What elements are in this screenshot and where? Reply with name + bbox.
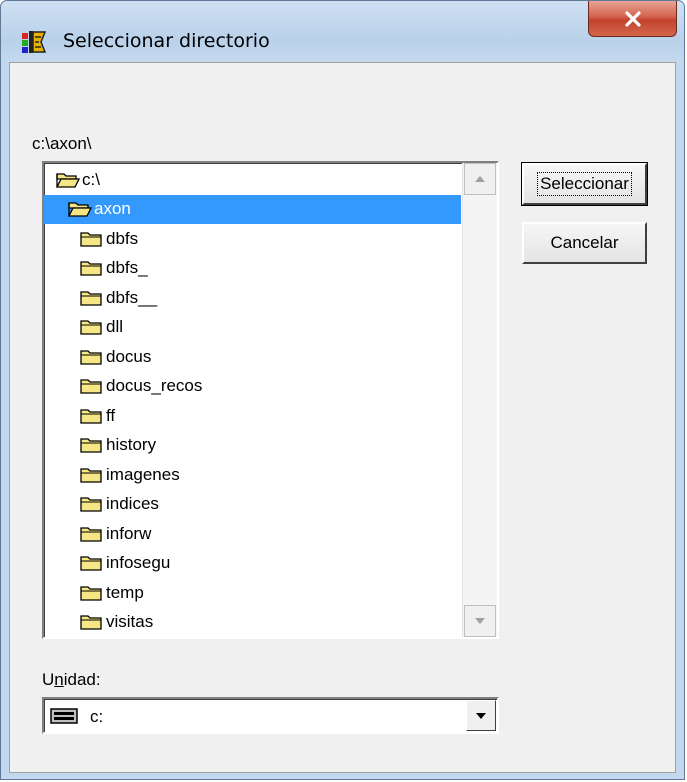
tree-item-label: ff xyxy=(106,405,116,425)
app-icon xyxy=(22,31,47,53)
tree-item-label: dbfs xyxy=(106,228,139,248)
tree-item-label: docus xyxy=(106,346,152,366)
window-title: Seleccionar directorio xyxy=(63,30,270,52)
tree-item[interactable]: dbfs xyxy=(44,224,138,253)
tree-item[interactable]: history xyxy=(44,431,156,460)
open-folder-icon xyxy=(68,202,92,217)
folder-icon xyxy=(80,379,102,394)
folder-icon xyxy=(80,526,102,542)
folder-icon xyxy=(80,438,102,453)
drive-select[interactable]: c: xyxy=(42,697,499,734)
folder-icon xyxy=(80,467,102,483)
directory-tree[interactable]: c:\ axon dbfs dbfs_ dbfs__dll docus docus_reco… xyxy=(42,161,499,639)
tree-item-label: imagenes xyxy=(106,464,180,484)
tree-item[interactable]: visitas xyxy=(44,608,153,637)
select-button-label: Seleccionar xyxy=(537,172,632,196)
tree-item-label: axon xyxy=(94,199,131,218)
tree-item-label: inforw xyxy=(106,523,152,543)
close-icon xyxy=(624,10,641,27)
tree-item-label: indices xyxy=(106,494,159,513)
open-folder-icon xyxy=(56,172,80,188)
tree-item[interactable]: imagenes xyxy=(44,460,180,489)
folder-icon xyxy=(80,615,102,630)
tree-item-label: docus_recos xyxy=(106,376,203,395)
tree-item-label: infosegu xyxy=(106,553,171,572)
drive-label-text: Unidad: xyxy=(42,670,101,689)
tree-item[interactable]: temp xyxy=(44,578,144,607)
tree-item-label: visitas xyxy=(106,612,154,631)
drive-value: c: xyxy=(90,707,104,726)
folder-icon xyxy=(80,556,102,571)
cancel-button-label: Cancelar xyxy=(550,233,619,252)
tree-item-label: dbfs__ xyxy=(106,287,158,307)
tree-item[interactable]: inforw xyxy=(44,519,151,548)
folder-icon xyxy=(80,349,102,365)
select-button[interactable]: Seleccionar xyxy=(521,162,648,206)
tree-item[interactable]: dbfs_ xyxy=(44,254,148,283)
arrow-up-icon xyxy=(475,176,485,182)
scroll-down-button[interactable] xyxy=(464,605,496,637)
drive-dropdown-button[interactable] xyxy=(466,700,496,731)
cancel-button[interactable]: Cancelar xyxy=(522,222,647,264)
tree-item[interactable]: axon xyxy=(44,194,461,224)
folder-icon xyxy=(80,497,102,512)
tree-item[interactable]: docus_recos xyxy=(44,372,202,401)
tree-item[interactable]: c:\ xyxy=(44,165,100,194)
tree-item[interactable]: docus xyxy=(44,342,151,371)
folder-icon xyxy=(80,585,102,601)
tree-item[interactable]: dll xyxy=(44,313,123,342)
tree-item[interactable]: ff xyxy=(44,401,115,430)
folder-icon xyxy=(80,320,102,335)
tree-item-label: c:\ xyxy=(82,169,100,189)
drive-icon xyxy=(50,708,78,724)
folder-icon xyxy=(80,231,102,247)
tree-item-label: dbfs_ xyxy=(106,258,148,277)
tree-item-label: dll xyxy=(106,317,124,336)
scroll-up-button[interactable] xyxy=(464,163,496,195)
current-path-label: c:\axon\ xyxy=(32,134,92,153)
arrow-down-icon xyxy=(475,618,485,624)
tree-item[interactable]: indices xyxy=(44,490,159,519)
folder-icon xyxy=(80,261,102,276)
tree-item[interactable]: dbfs__ xyxy=(44,283,157,312)
folder-icon xyxy=(80,408,102,424)
title-bar[interactable]: Seleccionar directorio xyxy=(1,1,684,61)
chevron-down-icon xyxy=(476,712,486,719)
tree-item-label: temp xyxy=(106,582,144,602)
tree-item-label: history xyxy=(106,435,157,454)
vertical-scrollbar[interactable] xyxy=(462,163,497,637)
drive-label: Unidad: xyxy=(42,670,101,690)
close-button[interactable] xyxy=(588,1,677,37)
tree-item[interactable]: infosegu xyxy=(44,549,170,578)
folder-icon xyxy=(80,290,102,306)
